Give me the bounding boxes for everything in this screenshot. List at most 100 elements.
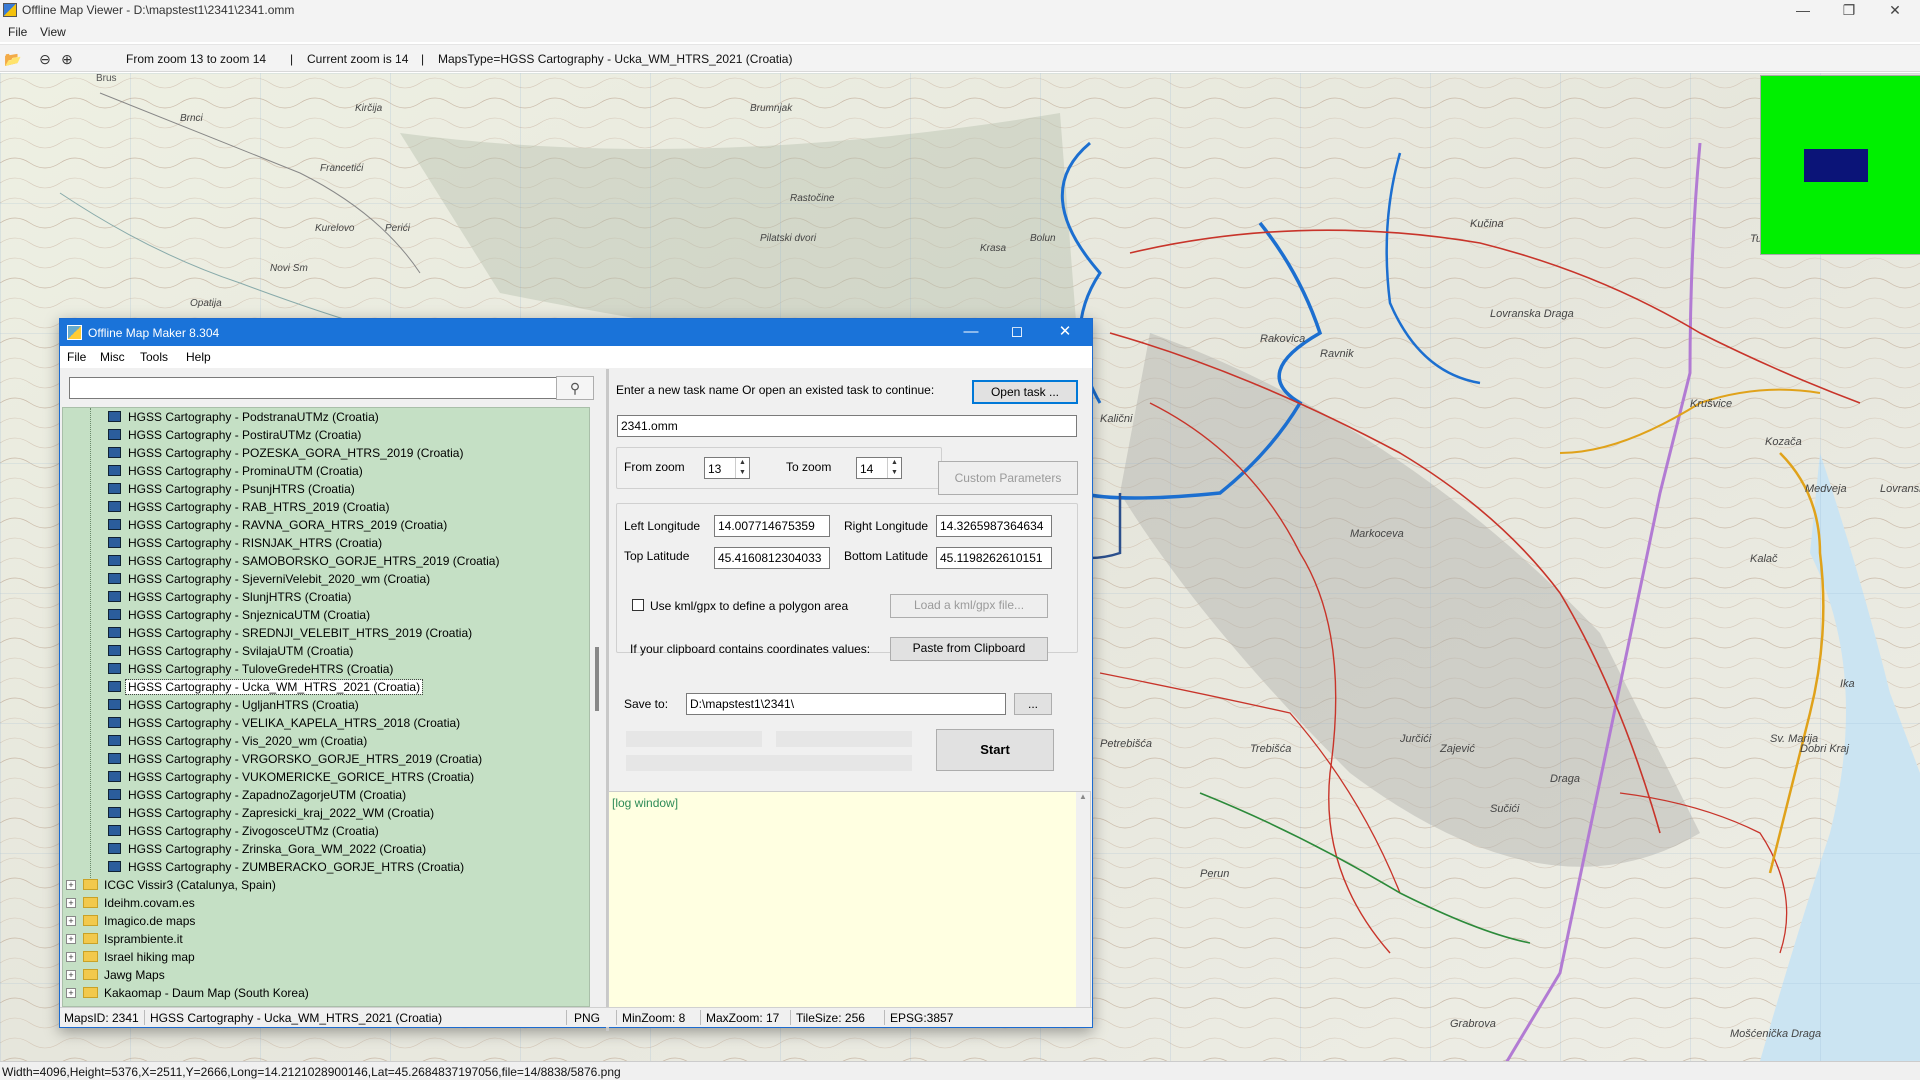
folder-icon <box>83 879 98 890</box>
top-latitude-input[interactable]: 45.4160812304033 <box>714 547 830 569</box>
dialog-status-bar: MapsID: 2341 HGSS Cartography - Ucka_WM_… <box>60 1007 1092 1027</box>
browse-button[interactable]: ... <box>1014 693 1052 715</box>
tree-item-label: HGSS Cartography - POZESKA_GORA_HTRS_201… <box>128 446 464 460</box>
status-separator <box>144 1010 145 1025</box>
tree-item[interactable]: HGSS Cartography - TuloveGredeHTRS (Croa… <box>63 660 589 678</box>
close-icon[interactable]: ✕ <box>1872 0 1918 22</box>
tree-scroll-thumb[interactable] <box>595 647 599 711</box>
paste-clipboard-button[interactable]: Paste from Clipboard <box>890 637 1048 661</box>
toolbar: 📂 ⊖ ⊕ From zoom 13 to zoom 14 | Current … <box>0 44 1920 72</box>
tree-folder-label: Israel hiking map <box>104 950 195 964</box>
right-longitude-input[interactable]: 14.3265987364634 <box>936 515 1052 537</box>
dialog-menu-tools[interactable]: Tools <box>140 350 168 364</box>
tree-item[interactable]: HGSS Cartography - ProminaUTM (Croatia) <box>63 462 589 480</box>
map-label: Mošćenička Draga <box>1730 1028 1822 1040</box>
tree-folder[interactable]: + Ideihm.covam.es <box>63 894 589 912</box>
tree-folder[interactable]: + Jawg Maps <box>63 966 589 984</box>
dialog-maximize-icon[interactable]: ◻ <box>994 319 1040 346</box>
map-layer-icon <box>108 573 121 584</box>
tree-item[interactable]: HGSS Cartography - PostiraUTMz (Croatia) <box>63 426 589 444</box>
tree-item[interactable]: HGSS Cartography - RAVNA_GORA_HTRS_2019 … <box>63 516 589 534</box>
save-to-input[interactable]: D:\mapstest1\2341\ <box>686 693 1006 715</box>
tree-folder-label: Imagico.de maps <box>104 914 196 928</box>
maps-tree[interactable]: HGSS Cartography - PodstranaUTMz (Croati… <box>62 407 590 1007</box>
dialog-menu-file[interactable]: File <box>67 350 86 364</box>
maps-search-input[interactable] <box>69 377 560 399</box>
spin-arrows-icon[interactable]: ▲ ▼ <box>887 458 901 478</box>
tree-item[interactable]: HGSS Cartography - VELIKA_KAPELA_HTRS_20… <box>63 714 589 732</box>
tree-item[interactable]: HGSS Cartography - Zapresicki_kraj_2022_… <box>63 804 589 822</box>
menu-file[interactable]: File <box>8 25 27 39</box>
menu-view[interactable]: View <box>40 25 66 39</box>
tree-item[interactable]: HGSS Cartography - PodstranaUTMz (Croati… <box>63 408 589 426</box>
search-icon[interactable]: ⚲ <box>556 376 594 400</box>
to-zoom-stepper[interactable]: 14 ▲ ▼ <box>856 457 902 479</box>
tree-folder[interactable]: + Kakaomap - Daum Map (South Korea) <box>63 984 589 1002</box>
kml-checkbox[interactable] <box>632 599 644 611</box>
progress-bar-1 <box>626 731 762 747</box>
tree-folder[interactable]: + Israel hiking map <box>63 948 589 966</box>
tree-item[interactable]: HGSS Cartography - RISNJAK_HTRS (Croatia… <box>63 534 589 552</box>
start-button[interactable]: Start <box>936 729 1054 771</box>
tree-item-label: HGSS Cartography - UgljanHTRS (Croatia) <box>128 698 359 712</box>
expand-icon[interactable]: + <box>66 952 76 962</box>
status-separator <box>790 1010 791 1025</box>
tree-item[interactable]: HGSS Cartography - UgljanHTRS (Croatia) <box>63 696 589 714</box>
from-zoom-stepper[interactable]: 13 ▲ ▼ <box>704 457 750 479</box>
tree-item[interactable]: HGSS Cartography - SvilajaUTM (Croatia) <box>63 642 589 660</box>
overview-viewport[interactable] <box>1804 149 1868 182</box>
expand-icon[interactable]: + <box>66 934 76 944</box>
expand-icon[interactable]: + <box>66 988 76 998</box>
tree-folder[interactable]: + Isprambiente.it <box>63 930 589 948</box>
map-label: Brnci <box>180 113 203 124</box>
spin-arrows-icon[interactable]: ▲ ▼ <box>735 458 749 478</box>
tree-item[interactable]: HGSS Cartography - VRGORSKO_GORJE_HTRS_2… <box>63 750 589 768</box>
tree-folder[interactable]: + ICGC Vissir3 (Catalunya, Spain) <box>63 876 589 894</box>
tree-scrollbar[interactable] <box>592 407 604 1007</box>
log-scrollbar[interactable]: ▲ <box>1076 792 1090 1020</box>
zoom-out-icon[interactable]: ⊖ <box>36 50 54 68</box>
task-prompt-label: Enter a new task name Or open an existed… <box>616 383 935 397</box>
task-name-input[interactable]: 2341.omm <box>617 415 1077 437</box>
custom-parameters-button[interactable]: Custom Parameters <box>938 461 1078 495</box>
open-folder-icon[interactable]: 📂 <box>4 50 22 68</box>
tree-item[interactable]: HGSS Cartography - Ucka_WM_HTRS_2021 (Cr… <box>63 678 589 696</box>
tree-item[interactable]: HGSS Cartography - SAMOBORSKO_GORJE_HTRS… <box>63 552 589 570</box>
restore-icon[interactable]: ❐ <box>1826 0 1872 22</box>
tree-item[interactable]: HGSS Cartography - ZivogosceUTMz (Croati… <box>63 822 589 840</box>
map-layer-icon <box>108 843 121 854</box>
tree-item[interactable]: HGSS Cartography - ZapadnoZagorjeUTM (Cr… <box>63 786 589 804</box>
left-longitude-input[interactable]: 14.007714675359 <box>714 515 830 537</box>
tree-item[interactable]: HGSS Cartography - SlunjHTRS (Croatia) <box>63 588 589 606</box>
tree-item[interactable]: HGSS Cartography - VUKOMERICKE_GORICE_HT… <box>63 768 589 786</box>
bottom-latitude-input[interactable]: 45.1198262610151 <box>936 547 1052 569</box>
dialog-minimize-icon[interactable]: — <box>948 319 994 346</box>
dialog-title-bar: Offline Map Maker 8.304 — ◻ ✕ <box>60 319 1092 346</box>
tree-item[interactable]: HGSS Cartography - PsunjHTRS (Croatia) <box>63 480 589 498</box>
dialog-menu-help[interactable]: Help <box>186 350 211 364</box>
load-kml-button[interactable]: Load a kml/gpx file... <box>890 594 1048 618</box>
minimize-icon[interactable]: — <box>1780 0 1826 22</box>
log-window[interactable]: [log window] ▲ <box>608 791 1091 1021</box>
expand-icon[interactable]: + <box>66 916 76 926</box>
expand-icon[interactable]: + <box>66 880 76 890</box>
tree-folder[interactable]: + Imagico.de maps <box>63 912 589 930</box>
open-task-button[interactable]: Open task ... <box>972 380 1078 404</box>
tree-item[interactable]: HGSS Cartography - RAB_HTRS_2019 (Croati… <box>63 498 589 516</box>
zoom-in-icon[interactable]: ⊕ <box>58 50 76 68</box>
map-layer-icon <box>108 663 121 674</box>
clipboard-label: If your clipboard contains coordinates v… <box>630 642 871 656</box>
tree-item[interactable]: HGSS Cartography - Vis_2020_wm (Croatia) <box>63 732 589 750</box>
expand-icon[interactable]: + <box>66 898 76 908</box>
dialog-menu-misc[interactable]: Misc <box>100 350 125 364</box>
expand-icon[interactable]: + <box>66 970 76 980</box>
tree-item[interactable]: HGSS Cartography - SREDNJI_VELEBIT_HTRS_… <box>63 624 589 642</box>
tree-item[interactable]: HGSS Cartography - SnjeznicaUTM (Croatia… <box>63 606 589 624</box>
overview-map[interactable] <box>1760 75 1920 255</box>
tree-item[interactable]: HGSS Cartography - POZESKA_GORA_HTRS_201… <box>63 444 589 462</box>
tree-item[interactable]: HGSS Cartography - Zrinska_Gora_WM_2022 … <box>63 840 589 858</box>
tree-item-label: HGSS Cartography - ZUMBERACKO_GORJE_HTRS… <box>128 860 465 874</box>
tree-item[interactable]: HGSS Cartography - ZUMBERACKO_GORJE_HTRS… <box>63 858 589 876</box>
dialog-close-icon[interactable]: ✕ <box>1042 319 1088 346</box>
tree-item[interactable]: HGSS Cartography - SjeverniVelebit_2020_… <box>63 570 589 588</box>
